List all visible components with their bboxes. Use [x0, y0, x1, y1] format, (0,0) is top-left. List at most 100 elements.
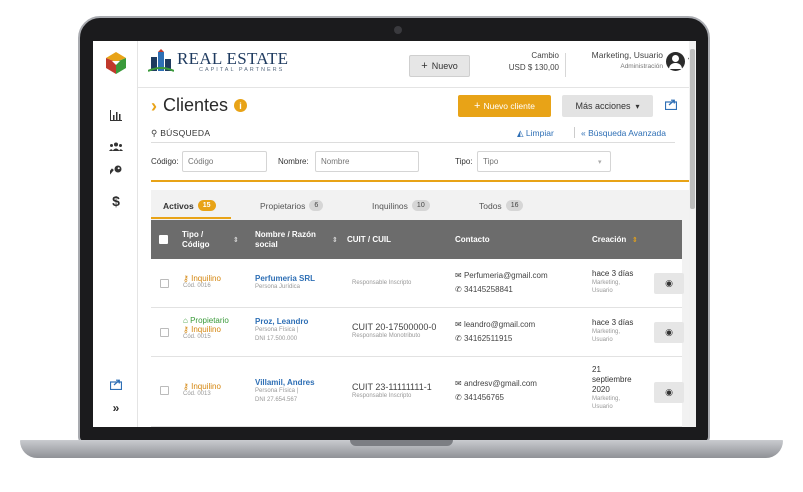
type-column-header[interactable]: Tipo / Código — [182, 230, 210, 250]
key-icon[interactable] — [107, 165, 125, 181]
brand-tagline: CAPITAL PARTNERS — [199, 67, 285, 73]
name-cell: Perfumeria SRL Persona Jurídica — [255, 274, 315, 292]
row-checkbox[interactable] — [160, 328, 169, 337]
filters-divider — [151, 180, 696, 182]
chart-icon[interactable] — [107, 109, 125, 124]
row-checkbox[interactable] — [160, 386, 169, 395]
code-filter-input[interactable] — [182, 151, 267, 172]
email[interactable]: Perfumeria@gmail.com — [464, 271, 548, 280]
tab-count: 15 — [197, 200, 216, 211]
eye-icon: ◉ — [665, 387, 673, 397]
new-button[interactable]: + Nuevo — [409, 55, 470, 77]
search-icon: ⚲ — [151, 128, 158, 138]
clear-button[interactable]: ◭ Limpiar — [517, 128, 554, 139]
double-chevron-left-icon: « — [581, 128, 586, 138]
user-info[interactable]: Marketing, Usuario Administración — [568, 50, 663, 72]
client-name-link[interactable]: Perfumeria SRL — [255, 274, 315, 283]
brand-logo[interactable]: REAL ESTATE CAPITAL PARTNERS — [148, 49, 288, 73]
select-all-checkbox[interactable] — [159, 235, 168, 244]
clients-panel: Activos 15 Propietarios 6 Inquilinos 10 … — [151, 190, 696, 427]
advanced-search-button[interactable]: « Búsqueda Avanzada — [581, 128, 666, 138]
tax-category: Responsable Monotributo — [352, 333, 421, 339]
phone[interactable]: 341456765 — [464, 393, 504, 402]
more-actions-button[interactable]: Más acciones ▾ — [562, 95, 653, 117]
row-checkbox[interactable] — [160, 279, 169, 288]
created-date: hace 3 días — [592, 318, 634, 327]
email[interactable]: andresv@gmail.com — [464, 379, 537, 388]
app-logo-icon[interactable] — [104, 51, 128, 75]
created-column-header[interactable]: Creación — [592, 235, 626, 245]
created-by: Marketing, — [592, 329, 621, 335]
app-screen: $ » REAL ESTATE CAPITAL PARTNERS + Nuevo — [93, 41, 696, 427]
export-icon[interactable] — [664, 99, 678, 113]
name-filter-input[interactable] — [315, 151, 419, 172]
client-name-link[interactable]: Villamil, Andres — [255, 378, 315, 387]
search-heading: ⚲ BÚSQUEDA — [151, 128, 210, 139]
sort-icon[interactable]: ⇕ — [332, 236, 338, 244]
tab-propietarios[interactable]: Propietarios 6 — [260, 200, 324, 211]
type-cell: ⌂ Propietario ⚷ Inquilino Cód. 0015 — [183, 316, 229, 340]
view-button[interactable]: ◉ — [654, 322, 684, 343]
tab-todos[interactable]: Todos 16 — [479, 200, 524, 211]
name-column-header[interactable]: Nombre / Razón social — [255, 230, 316, 250]
exchange-rate: Cambio USD $ 130,00 — [487, 50, 559, 74]
exchange-title: Cambio — [531, 51, 559, 60]
top-header: REAL ESTATE CAPITAL PARTNERS + Nuevo Cam… — [138, 41, 696, 88]
camera — [394, 26, 402, 34]
table-row[interactable]: ⚷ Inquilino Cód. 0013 Villamil, Andres P… — [151, 357, 684, 427]
eye-icon: ◉ — [665, 327, 673, 337]
created-cell: hace 3 días Marketing, Usuario — [592, 318, 633, 344]
person-type: Persona Física | — [255, 388, 299, 394]
header-divider — [565, 53, 566, 77]
header-text: Nombre / Razón — [255, 230, 316, 239]
header-text: Tipo / — [182, 230, 204, 239]
created-cell: hace 3 días Marketing, Usuario — [592, 269, 633, 295]
page-scrollbar[interactable] — [689, 41, 696, 427]
phone-icon: ✆ — [455, 285, 462, 294]
created-by: Usuario — [592, 337, 613, 343]
tab-label: Activos — [163, 200, 194, 211]
created-by: Marketing, — [592, 280, 621, 286]
expand-sidebar-icon[interactable]: » — [107, 401, 125, 415]
envelope-icon: ✉ — [455, 320, 462, 329]
user-role: Administración — [620, 63, 663, 70]
sort-icon[interactable]: ⇕ — [233, 236, 239, 244]
client-code: Cód. 0015 — [183, 334, 211, 340]
export-icon[interactable] — [107, 378, 125, 393]
contact-cell: ✉ leandro@gmail.com ✆ 34162511915 — [455, 320, 535, 343]
dollar-icon[interactable]: $ — [107, 193, 125, 209]
view-button[interactable]: ◉ — [654, 382, 684, 403]
users-icon[interactable] — [107, 139, 125, 154]
search-divider — [151, 142, 675, 143]
avatar[interactable] — [666, 52, 685, 71]
type-cell: ⚷ Inquilino Cód. 0016 — [183, 274, 221, 289]
table-row[interactable]: ⚷ Inquilino Cód. 0016 Perfumeria SRL Per… — [151, 259, 684, 308]
sidebar: $ » — [93, 41, 138, 427]
tab-activos[interactable]: Activos 15 — [163, 200, 216, 211]
client-tabs: Activos 15 Propietarios 6 Inquilinos 10 … — [151, 190, 696, 220]
created-date: 2020 — [592, 385, 610, 394]
header-text: Código — [182, 240, 210, 249]
chevron-down-icon: ▾ — [598, 159, 602, 166]
person-type: Persona Física | — [255, 327, 299, 333]
created-date: hace 3 días — [592, 269, 634, 278]
client-name-link[interactable]: Proz, Leandro — [255, 317, 308, 326]
building-logo-icon — [148, 49, 174, 72]
scrollbar-thumb[interactable] — [690, 49, 695, 209]
sort-icon[interactable]: ⇕ — [632, 236, 638, 244]
email[interactable]: leandro@gmail.com — [464, 320, 535, 329]
info-icon[interactable]: i — [234, 99, 248, 112]
phone[interactable]: 34162511915 — [464, 334, 512, 343]
client-code: Cód. 0016 — [183, 283, 211, 289]
created-by: Usuario — [592, 404, 613, 410]
table-row[interactable]: ⌂ Propietario ⚷ Inquilino Cód. 0015 Proz… — [151, 308, 684, 357]
advanced-search-label: Búsqueda Avanzada — [588, 128, 666, 138]
exchange-value: USD $ 130,00 — [508, 63, 559, 72]
view-button[interactable]: ◉ — [654, 273, 684, 294]
envelope-icon: ✉ — [455, 271, 462, 280]
brand-name: REAL ESTATE — [177, 49, 289, 68]
tab-inquilinos[interactable]: Inquilinos 10 — [372, 200, 430, 211]
type-filter-select[interactable] — [477, 151, 611, 172]
phone[interactable]: 34145258841 — [464, 285, 513, 294]
new-client-button[interactable]: + Nuevo cliente — [458, 95, 551, 117]
